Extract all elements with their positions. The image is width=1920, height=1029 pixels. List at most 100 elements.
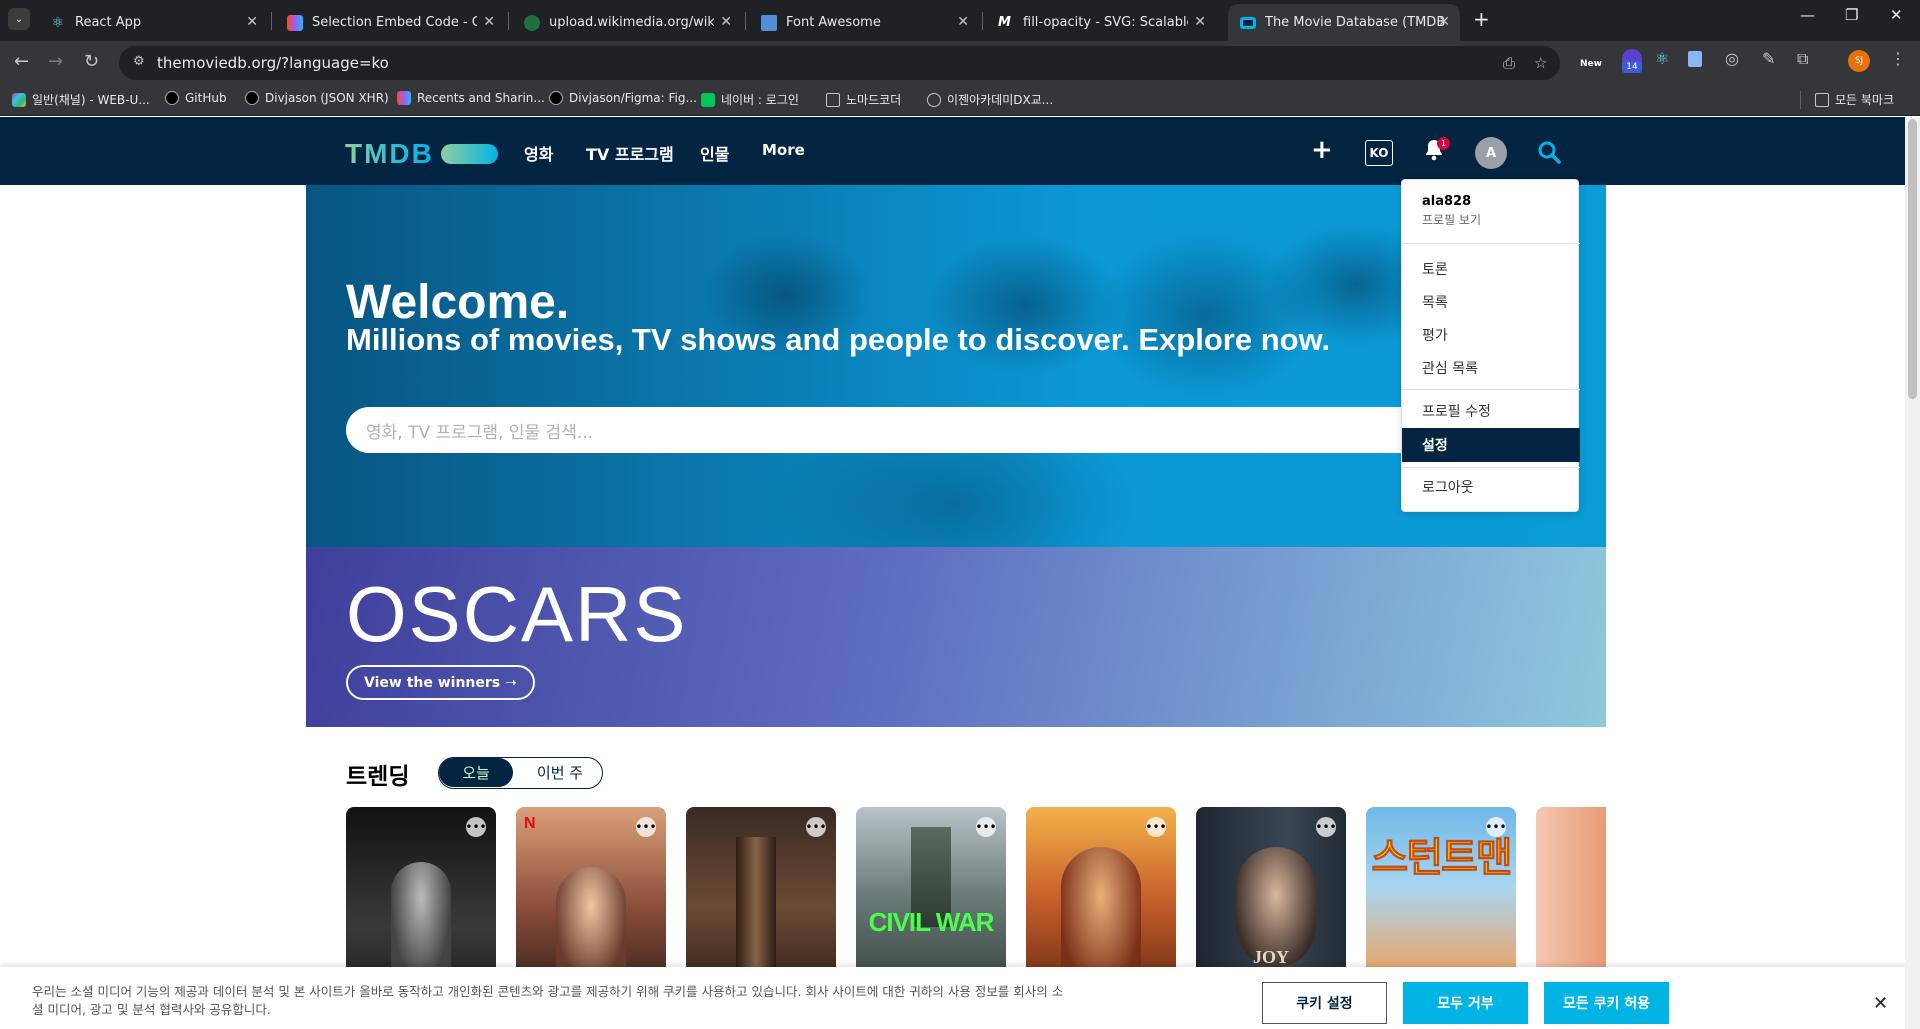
kebab-menu-icon[interactable]: ⋮ (1890, 49, 1906, 68)
extension-new-icon[interactable]: New (1580, 49, 1602, 71)
tab-title: The Movie Database (TMDB) (1265, 15, 1445, 30)
menu-item-logout[interactable]: 로그아웃 (1402, 470, 1580, 504)
extension-badge: 14 (1622, 61, 1642, 73)
bookmark-label: 노마드코더 (846, 93, 902, 107)
tab-font-awesome[interactable]: Font Awesome ✕ (749, 4, 979, 41)
folder-icon (826, 92, 840, 107)
bookmark-star-icon[interactable]: ☆ (1534, 54, 1547, 72)
more-options-icon[interactable]: ••• (635, 817, 657, 837)
bookmark-item[interactable]: Recents and Sharin... (397, 91, 545, 105)
close-icon[interactable]: ✕ (1438, 14, 1450, 30)
reload-button[interactable]: ↻ (84, 51, 99, 72)
menu-item-watchlist[interactable]: 관심 목록 (1402, 351, 1580, 385)
new-tab-button[interactable]: + (1473, 7, 1490, 31)
page-scrollbar[interactable] (1905, 117, 1920, 1029)
view-winners-button[interactable]: View the winners ➝ (346, 665, 535, 700)
bookmark-label: Divjason/Figma: Fig... (569, 91, 697, 105)
dropdown-username[interactable]: ala828 (1422, 194, 1471, 209)
bookmark-item[interactable]: 네이버 : 로그인 (701, 91, 799, 108)
close-icon[interactable]: ✕ (720, 14, 732, 30)
tmdb-logo[interactable]: TMDB (345, 138, 498, 170)
url-input[interactable]: ⚙ themoviedb.org/?language=ko ⎙ ☆ (119, 46, 1560, 80)
tab-wikimedia[interactable]: upload.wikimedia.org/wikipedi ✕ (512, 4, 742, 41)
figma-icon (397, 91, 411, 105)
site-info-icon[interactable]: ⚙ (133, 54, 145, 69)
logo-text: TMDB (345, 138, 434, 169)
bookmark-item[interactable]: Divjason/Figma: Fig... (549, 91, 697, 105)
profile-avatar[interactable]: SJ (1848, 50, 1870, 72)
close-icon[interactable]: ✕ (1873, 993, 1888, 1014)
hero-search-input[interactable]: 영화, TV 프로그램, 인물 검색... (346, 407, 1446, 453)
nav-tv-shows[interactable]: TV 프로그램 (586, 141, 674, 165)
forward-button[interactable]: → (48, 51, 63, 72)
tab-mdn[interactable]: M fill-opacity - SVG: Scalable Vec ✕ (986, 4, 1216, 41)
tab-react-app[interactable]: ⚛ React App ✕ (38, 4, 268, 41)
view-profile-link[interactable]: 프로필 보기 (1422, 211, 1481, 228)
more-options-icon[interactable]: ••• (1145, 817, 1167, 837)
bookmark-label: 이젠아카데미DX교... (947, 93, 1054, 107)
slack-icon (12, 92, 26, 107)
tab-selection-embed[interactable]: Selection Embed Code - Goo ✕ (275, 4, 505, 41)
address-bar-row: ← → ↻ ⚙ themoviedb.org/?language=ko ⎙ ☆ … (0, 41, 1920, 84)
menu-item-discussions[interactable]: 토론 (1402, 252, 1580, 286)
restore-button[interactable]: ❐ (1845, 6, 1858, 24)
more-options-icon[interactable]: ••• (975, 817, 997, 837)
menu-item-lists[interactable]: 목록 (1402, 285, 1580, 319)
globe-icon (524, 14, 540, 31)
toggle-this-week[interactable]: 이번 주 (519, 758, 601, 787)
cookie-message: 우리는 소셜 미디어 기능의 제공과 데이터 분석 및 본 사이트가 올바로 동… (32, 984, 1064, 1017)
close-icon[interactable]: ✕ (957, 14, 969, 30)
poster-title: JOY (1253, 947, 1289, 967)
picker-extension-icon[interactable]: ✎ (1762, 49, 1775, 68)
bookmark-item[interactable]: GitHub (165, 91, 227, 105)
bookmark-label: 일반(채널) - WEB-U... (32, 93, 150, 107)
back-button[interactable]: ← (14, 51, 29, 72)
poster-title: CIVIL WAR (868, 907, 995, 937)
notification-badge: 1 (1437, 137, 1450, 150)
language-button[interactable]: KO (1365, 140, 1393, 166)
bookmark-label: GitHub (185, 91, 227, 105)
cookie-settings-button[interactable]: 쿠키 설정 (1262, 982, 1387, 1024)
close-icon[interactable]: ✕ (483, 14, 495, 30)
cookie-consent-banner: 우리는 소셜 미디어 기능의 제공과 데이터 분석 및 본 사이트가 올바로 동… (0, 967, 1920, 1029)
plus-icon[interactable]: + (1311, 135, 1333, 165)
tab-title: fill-opacity - SVG: Scalable Vec (1023, 15, 1188, 30)
menu-item-settings[interactable]: 설정 (1402, 428, 1580, 462)
tab-search-button[interactable]: ⌄ (8, 8, 30, 30)
more-options-icon[interactable]: ••• (805, 817, 827, 837)
close-icon[interactable]: ✕ (1194, 14, 1206, 30)
clipboard-extension-icon[interactable] (1688, 51, 1702, 67)
nav-movies[interactable]: 영화 (524, 141, 553, 165)
nav-people[interactable]: 인물 (700, 141, 729, 165)
close-icon[interactable]: ✕ (246, 14, 258, 30)
close-window-button[interactable]: ✕ (1890, 6, 1903, 24)
menu-item-edit-profile[interactable]: 프로필 수정 (1402, 394, 1580, 428)
minimize-button[interactable]: — (1800, 6, 1815, 24)
bookmark-label: Divjason (JSON XHR) (265, 91, 389, 105)
react-devtools-icon[interactable]: ⚛ (1655, 49, 1669, 68)
more-options-icon[interactable]: ••• (1315, 817, 1337, 837)
all-bookmarks-folder[interactable]: 모든 북마크 (1815, 91, 1894, 108)
more-options-icon[interactable]: ••• (1485, 817, 1507, 837)
tab-tmdb[interactable]: The Movie Database (TMDB) ✕ (1228, 4, 1460, 41)
scrollbar-thumb[interactable] (1908, 119, 1917, 399)
toggle-today[interactable]: 오늘 (439, 758, 513, 787)
reject-all-button[interactable]: 모두 거부 (1403, 982, 1528, 1024)
tab-title: Selection Embed Code - Goo (312, 15, 477, 30)
menu-item-ratings[interactable]: 평가 (1402, 318, 1580, 352)
nav-more[interactable]: More (762, 141, 805, 159)
accept-all-cookies-button[interactable]: 모든 쿠키 허용 (1544, 982, 1669, 1024)
more-options-icon[interactable]: ••• (465, 817, 487, 837)
bookmark-item[interactable]: 노마드코더 (826, 91, 901, 108)
user-avatar[interactable]: A (1475, 137, 1507, 169)
extensions-puzzle-icon[interactable]: ⧉ (1797, 49, 1808, 69)
target-extension-icon[interactable]: ◎ (1725, 49, 1739, 68)
search-icon[interactable] (1537, 140, 1561, 168)
naver-icon (701, 92, 715, 107)
github-icon (245, 91, 259, 105)
bookmark-item[interactable]: 일반(채널) - WEB-U... (12, 91, 150, 108)
globe-icon (927, 92, 941, 107)
install-app-icon[interactable]: ⎙ (1503, 54, 1515, 72)
bookmark-item[interactable]: 이젠아카데미DX교... (927, 91, 1053, 108)
bookmark-item[interactable]: Divjason (JSON XHR) (245, 91, 389, 105)
